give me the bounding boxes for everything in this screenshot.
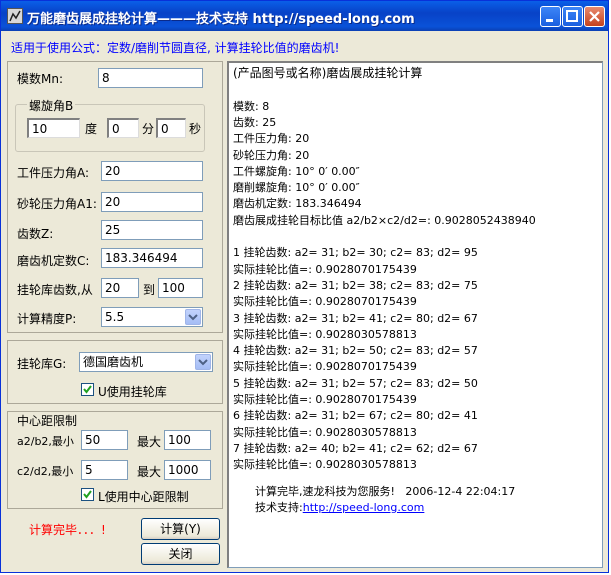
work-pressure-label: 工件压力角A:: [17, 166, 90, 180]
checkmark-icon: [83, 490, 92, 499]
helix-second-input[interactable]: 0: [156, 118, 186, 138]
result-line: 齿数: 25: [233, 115, 277, 129]
maximize-button[interactable]: [562, 6, 583, 27]
result-line: 工件螺旋角: 10° 0′ 0.00″: [233, 164, 360, 178]
app-icon[interactable]: [7, 8, 23, 24]
main-window: 万能磨齿展成挂轮计算———技术支持 http://speed-long.com …: [0, 0, 609, 573]
chevron-down-icon[interactable]: [195, 354, 211, 370]
second-unit: 秒: [189, 122, 202, 136]
precision-label: 计算精度P:: [17, 312, 77, 326]
result-line: 工件压力角: 20: [233, 132, 310, 146]
use-center-limit-label[interactable]: L使用中心距限制: [98, 488, 189, 505]
gear-range-label: 挂轮库齿数,从: [17, 283, 93, 297]
constant-input[interactable]: 183.346494: [101, 248, 203, 268]
center-distance-title: 中心距限制: [15, 412, 80, 429]
c2d2-min-input[interactable]: 5: [81, 460, 128, 480]
teeth-label: 齿数Z:: [17, 227, 54, 241]
result-line: 2 挂轮齿数: a2= 31; b2= 38; c2= 83; d2= 75: [233, 278, 478, 292]
helix-angle-title: 螺旋角B: [27, 97, 76, 114]
result-line: 实际挂轮比值=: 0.9028070175439: [233, 360, 417, 374]
close-icon: [589, 11, 600, 22]
result-line: 磨削螺旋角: 10° 0′ 0.00″: [233, 181, 360, 195]
precision-select[interactable]: 5.5: [101, 307, 203, 327]
result-line: 实际挂轮比值=: 0.9028030578813: [233, 458, 417, 472]
degree-unit: 度: [85, 122, 98, 136]
wheel-pressure-input[interactable]: 20: [101, 192, 203, 212]
status-text: 计算完毕．．．!: [29, 523, 106, 537]
module-label: 模数Mn:: [17, 72, 64, 86]
gear-library-label: 挂轮库G:: [17, 357, 67, 371]
chevron-down-icon[interactable]: [185, 309, 201, 325]
gear-library-value: 德国磨齿机: [83, 355, 144, 369]
result-line: 1 挂轮齿数: a2= 31; b2= 30; c2= 83; d2= 95: [233, 246, 478, 260]
result-line: 4 挂轮齿数: a2= 31; b2= 50; c2= 83; d2= 57: [233, 344, 478, 358]
helix-degree-input[interactable]: 10: [27, 118, 80, 138]
close-window-button[interactable]: [584, 6, 605, 27]
calculate-button[interactable]: 计算(Y): [141, 518, 220, 540]
result-line: 实际挂轮比值=: 0.9028070175439: [233, 262, 417, 276]
result-line: 3 挂轮齿数: a2= 31; b2= 41; c2= 80; d2= 67: [233, 311, 478, 325]
result-line: (产品图号或名称)磨齿展成挂轮计算: [233, 66, 423, 80]
gear-to-input[interactable]: 100: [158, 278, 203, 298]
result-textarea[interactable]: (产品图号或名称)磨齿展成挂轮计算 模数: 8 齿数: 25 工件压力角: 20 砂轮压…: [227, 61, 603, 568]
helix-minute-input[interactable]: 0: [107, 118, 139, 138]
wheel-pressure-label: 砂轮压力角A1:: [17, 197, 97, 211]
module-input[interactable]: 8: [98, 68, 203, 88]
done-message: 计算完毕,速龙科技为您服务!: [255, 485, 395, 498]
c2d2-max-input[interactable]: 1000: [164, 460, 211, 480]
gear-from-input[interactable]: 20: [101, 278, 139, 298]
result-line: 实际挂轮比值=: 0.9028070175439: [233, 295, 417, 309]
formula-note: 适用于使用公式：定数/磨削节圆直径, 计算挂轮比值的磨齿机!: [11, 41, 340, 55]
done-time: 2006-12-4 22:04:17: [405, 485, 516, 498]
minimize-icon: [546, 19, 553, 22]
result-line: 5 挂轮齿数: a2= 31; b2= 57; c2= 83; d2= 50: [233, 376, 478, 390]
result-line: 砂轮压力角: 20: [233, 148, 310, 162]
support-link[interactable]: http://speed-long.com: [303, 501, 425, 514]
result-line: 7 挂轮齿数: a2= 40; b2= 41; c2= 62; d2= 67: [233, 441, 478, 455]
close-button[interactable]: 关闭: [141, 543, 220, 565]
constant-label: 磨齿机定数C:: [17, 254, 90, 268]
precision-value: 5.5: [105, 310, 125, 324]
a2b2-max-label: 最大: [137, 435, 162, 449]
use-gear-library-checkbox[interactable]: [81, 383, 94, 396]
teeth-input[interactable]: 25: [101, 220, 203, 240]
c2d2-min-label: c2/d2,最小: [17, 465, 74, 478]
c2d2-max-label: 最大: [137, 465, 162, 479]
checkmark-icon: [83, 385, 92, 394]
result-line: 6 挂轮齿数: a2= 31; b2= 67; c2= 80; d2= 41: [233, 409, 478, 423]
to-label: 到: [143, 283, 156, 297]
result-line: 磨齿机定数: 183.346494: [233, 197, 362, 211]
result-line: 实际挂轮比值=: 0.9028030578813: [233, 425, 417, 439]
result-line: 实际挂轮比值=: 0.9028030578813: [233, 327, 417, 341]
window-title: 万能磨齿展成挂轮计算———技术支持 http://speed-long.com: [27, 12, 415, 27]
support-label: 技术支持:: [255, 501, 303, 514]
work-pressure-input[interactable]: 20: [101, 161, 203, 181]
maximize-icon: [566, 10, 578, 22]
a2b2-min-label: a2/b2,最小: [17, 435, 74, 448]
a2b2-min-input[interactable]: 50: [81, 430, 128, 450]
result-done-text: 计算完毕,速龙科技为您服务! 2006-12-4 22:04:17: [255, 485, 515, 498]
use-gear-library-label[interactable]: U使用挂轮库: [98, 383, 167, 400]
use-center-limit-checkbox[interactable]: [81, 488, 94, 501]
minute-unit: 分: [142, 122, 155, 136]
result-line: 模数: 8: [233, 99, 270, 113]
title-bar[interactable]: 万能磨齿展成挂轮计算———技术支持 http://speed-long.com: [1, 1, 608, 31]
a2b2-max-input[interactable]: 100: [164, 430, 211, 450]
result-support-line: 技术支持:http://speed-long.com: [255, 501, 424, 514]
gear-library-select[interactable]: 德国磨齿机: [79, 352, 213, 372]
minimize-button[interactable]: [540, 6, 561, 27]
result-line: 磨齿展成挂轮目标比值 a2/b2×c2/d2=: 0.9028052438940: [233, 213, 536, 227]
result-line: 实际挂轮比值=: 0.9028070175439: [233, 393, 417, 406]
